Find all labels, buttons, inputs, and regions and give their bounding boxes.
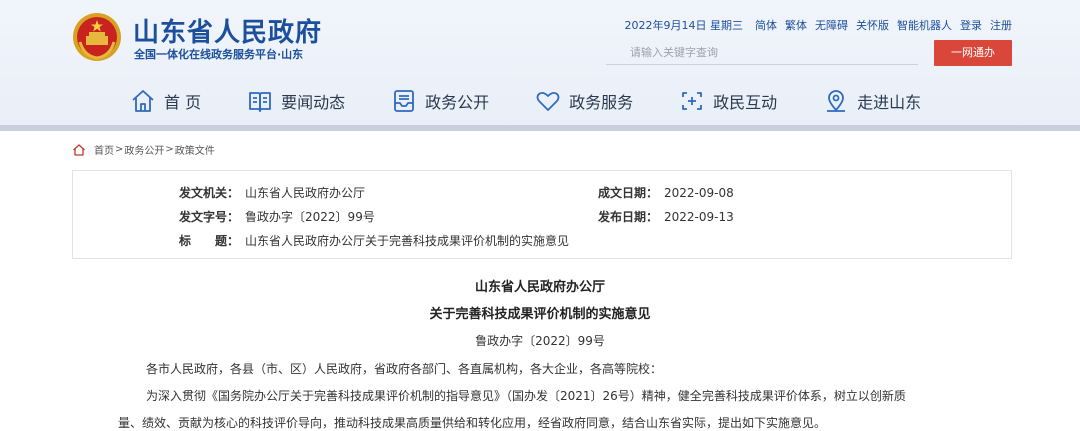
meta-published: 发布日期： 2022-09-13 <box>598 208 734 225</box>
nav-label-news: 要闻动态 <box>281 93 346 112</box>
meta-doc-no-label: 发文字号： <box>179 210 240 224</box>
top-links: 2022年9月14日 星期三 简体 繁体 无障碍 关怀版 智能机器人 登录 注册 <box>625 17 1013 33</box>
site-subtitle: 全国一体化在线政务服务平台·山东 <box>134 48 304 61</box>
article-paragraph-line: 为深入贯彻《国务院办公厅关于完善科技成果评价机制的指导意见》（国办发〔2021〕… <box>146 389 906 403</box>
nav-label-interaction: 政民互动 <box>713 93 778 112</box>
nav-item-services[interactable]: 政务服务 <box>535 84 633 118</box>
search-input[interactable] <box>606 41 918 64</box>
main-nav: 首 页 要闻动态 政务公开 政务服务 政民互动 走进山东 <box>130 84 967 118</box>
site-title[interactable]: 山东省人民政府 <box>133 12 322 49</box>
national-emblem-icon[interactable] <box>72 12 122 62</box>
nav-item-about-shandong[interactable]: 走进山东 <box>823 84 921 118</box>
link-smart-robot[interactable]: 智能机器人 <box>897 17 952 33</box>
meta-created-value: 2022-09-08 <box>664 186 734 200</box>
search-box <box>606 41 918 65</box>
meta-title-label: 标 题： <box>179 234 240 248</box>
link-register[interactable]: 注册 <box>990 17 1012 33</box>
meta-doc-no: 发文字号： 鲁政办字〔2022〕99号 <box>179 208 375 225</box>
article-org: 山东省人民政府办公厅 <box>474 280 605 295</box>
current-date: 2022年9月14日 星期三 <box>624 19 744 32</box>
book-icon <box>249 92 271 112</box>
meta-created-label: 成文日期： <box>598 186 659 200</box>
meta-issuer-label: 发文机关： <box>179 186 240 200</box>
meta-issuer: 发文机关： 山东省人民政府办公厅 <box>179 184 365 201</box>
home-icon <box>132 90 154 112</box>
one-stop-service-button[interactable]: 一网通办 <box>934 40 1012 66</box>
heart-icon <box>536 91 560 111</box>
link-care-mode[interactable]: 关怀版 <box>856 17 889 33</box>
nav-item-news[interactable]: 要闻动态 <box>247 84 345 118</box>
nav-item-gov-affairs[interactable]: 政务公开 <box>391 84 489 118</box>
link-icon <box>682 92 703 110</box>
article-doc-number: 鲁政办字〔2022〕99号 <box>475 334 605 348</box>
breadcrumb-separator: > <box>115 144 124 155</box>
meta-created: 成文日期： 2022-09-08 <box>598 184 734 201</box>
breadcrumb-separator: > <box>165 144 174 155</box>
meta-published-value: 2022-09-13 <box>664 210 734 224</box>
breadcrumb-policy-docs[interactable]: 政策文件 <box>175 142 215 157</box>
article-salutation: 各市人民政府，各县（市、区）人民政府，省政府各部门、各直属机构，各大企业，各高等… <box>146 362 663 376</box>
link-simplified[interactable]: 简体 <box>755 17 777 33</box>
nav-label-gov-affairs: 政务公开 <box>425 93 490 112</box>
nav-label-home: 首 页 <box>164 93 202 112</box>
nav-label-about-shandong: 走进山东 <box>857 93 922 112</box>
map-pin-icon <box>827 90 846 112</box>
document-meta-box: 发文机关： 山东省人民政府办公厅 发文字号： 鲁政办字〔2022〕99号 标 题： 山… <box>72 170 1012 259</box>
meta-doc-no-value: 鲁政办字〔2022〕99号 <box>245 210 375 224</box>
article-title: 关于完善科技成果评价机制的实施意见 <box>429 307 651 322</box>
meta-title-value: 山东省人民政府办公厅关于完善科技成果评价机制的实施意见 <box>245 234 570 248</box>
link-accessibility[interactable]: 无障碍 <box>815 17 848 33</box>
link-login[interactable]: 登录 <box>960 17 982 33</box>
inbox-icon <box>394 90 415 112</box>
breadcrumb-home[interactable]: 首页 <box>94 142 114 157</box>
meta-title: 标 题： 山东省人民政府办公厅关于完善科技成果评价机制的实施意见 <box>179 232 569 249</box>
meta-published-label: 发布日期： <box>598 210 659 224</box>
breadcrumb-gov-affairs[interactable]: 政务公开 <box>124 142 164 157</box>
link-traditional[interactable]: 繁体 <box>785 17 807 33</box>
header-divider <box>0 125 1080 131</box>
home-icon <box>73 143 85 156</box>
article-paragraph-line: 量、绩效、贡献为核心的科技评价导向，推动科技成果高质量供给和转化应用，经省政府同… <box>118 416 827 430</box>
site-header: 山东省人民政府 全国一体化在线政务服务平台·山东 2022年9月14日 星期三 … <box>0 0 1080 125</box>
breadcrumb: 首页 > 政务公开 > 政策文件 <box>72 142 215 157</box>
meta-issuer-value: 山东省人民政府办公厅 <box>245 186 366 200</box>
nav-item-home[interactable]: 首 页 <box>130 84 201 118</box>
nav-item-interaction[interactable]: 政民互动 <box>679 84 777 118</box>
nav-label-services: 政务服务 <box>569 93 634 112</box>
